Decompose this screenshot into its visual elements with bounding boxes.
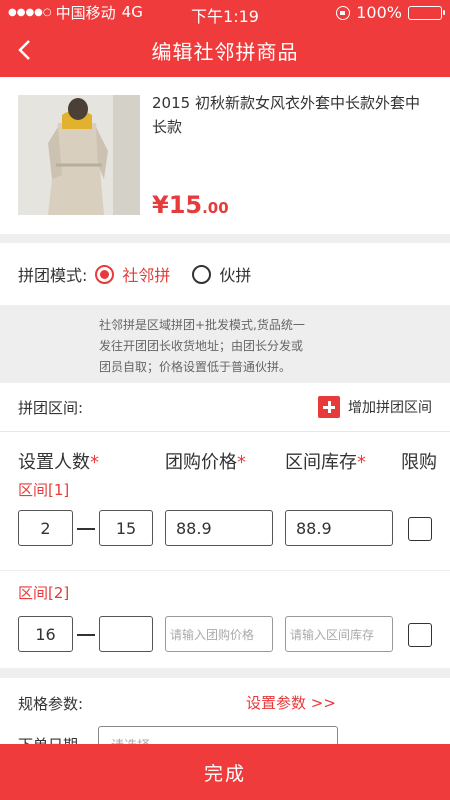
mode-description: 社邻拼是区域拼团+批发模式,货品统一 发往开团团长收货地址；由团长分发或 团员自… [0,305,450,383]
range-dash [77,634,95,636]
add-range-button[interactable]: 增加拼团区间 [318,396,432,418]
chevron-left-icon[interactable] [14,38,38,62]
group-mode-row: 拼团模式: 社邻拼 伙拼 [0,243,450,305]
product-image [18,95,140,215]
set-params-link[interactable]: 设置参数 >> [246,692,336,713]
product-name: 2015 初秋新款女风衣外套中长款外套中长款 [152,94,420,136]
range-header: 拼团区间: 增加拼团区间 [0,383,450,432]
range-2-price-input[interactable]: 请输入团购价格 [165,616,273,652]
battery-icon [408,5,445,20]
radio-unchecked-icon [192,264,212,284]
radio-label: 社邻拼 [122,266,171,285]
range-2-label: 区间[2] [18,584,70,602]
header-stock: 区间库存* [285,452,366,473]
page-title: 编辑社邻拼商品 [151,40,299,64]
status-right: 100% [336,3,445,22]
radio-label: 伙拼 [219,266,252,285]
done-button[interactable]: 完成 [0,744,450,800]
description-line: 发往开团团长收货地址；由团长分发或 [99,339,304,353]
range-1-limit-checkbox[interactable] [408,517,432,541]
plus-icon [318,396,340,418]
range-1-label: 区间[1] [18,481,70,499]
nav-bar: 编辑社邻拼商品 [0,24,450,77]
rotation-lock-icon [336,5,351,20]
range-1-to-input[interactable]: 15 [99,510,153,546]
range-2-stock-input[interactable]: 请输入区间库存 [285,616,393,652]
range-1-price-input[interactable]: 88.9 [165,510,273,546]
add-range-label: 增加拼团区间 [348,400,432,416]
range-2-limit-checkbox[interactable] [408,623,432,647]
description-line: 社邻拼是区域拼团+批发模式,货品统一 [99,318,305,332]
header-people: 设置人数* [18,452,99,473]
range-2-from-input[interactable]: 16 [18,616,73,652]
radio-checked-icon [95,264,115,284]
range-section-label: 拼团区间: [18,398,84,417]
product-card: 2015 初秋新款女风衣外套中长款外套中长款 ¥15.00 [0,77,450,234]
spec-label: 规格参数: [18,695,84,713]
range-divider [0,570,450,571]
range-2-to-input[interactable] [99,616,153,652]
range-dash [77,528,95,530]
radio-shelinpin[interactable]: 社邻拼 [95,262,170,286]
battery-percent: 100% [356,3,402,22]
group-mode-label: 拼团模式: [18,266,88,285]
range-1-from-input[interactable]: 2 [18,510,73,546]
description-line: 团员自取；价格设置低于普通伙拼。 [99,360,292,374]
range-table: 设置人数* 团购价格* 区间库存* 限购 区间[1] 2 15 88.9 88.… [0,432,450,668]
radio-huopin[interactable]: 伙拼 [192,262,251,286]
currency-symbol: ¥ [152,191,169,219]
product-price: ¥15.00 [152,191,229,219]
status-bar: ●●●●○ 中国移动 4G 下午1:19 100% [0,0,450,26]
top-bar: ●●●●○ 中国移动 4G 下午1:19 100% 编辑社邻拼商品 [0,0,450,77]
header-price: 团购价格* [165,452,246,473]
header-limit: 限购 [401,452,437,473]
price-decimal: .00 [202,199,229,217]
range-1-stock-input[interactable]: 88.9 [285,510,393,546]
price-integer: 15 [168,191,203,219]
